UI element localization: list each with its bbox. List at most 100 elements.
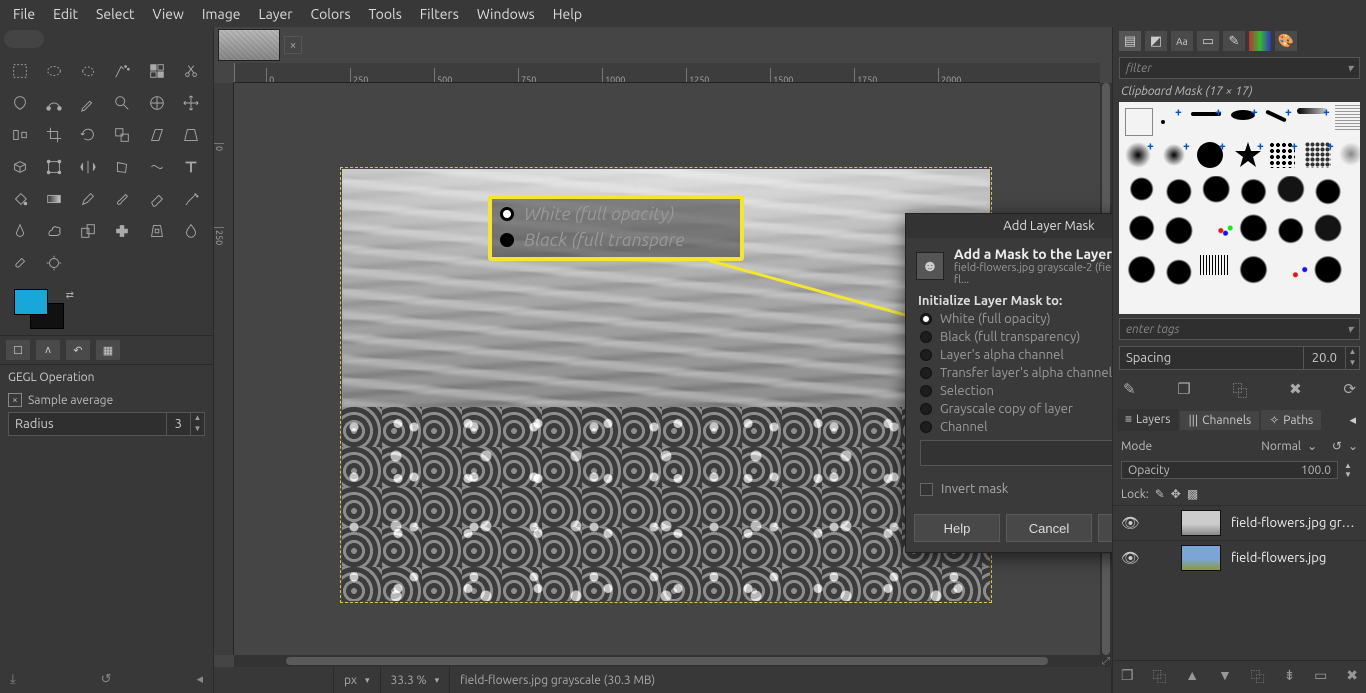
refresh-brush-icon[interactable]: ⟳ (1343, 380, 1356, 401)
chevron-up-icon[interactable]: ▲ (191, 413, 204, 424)
tool-fuzzy-select[interactable] (108, 57, 136, 85)
radio-alpha[interactable]: Layer's alpha channel (906, 346, 1112, 364)
tool-free-select[interactable] (74, 57, 102, 85)
menu-tools[interactable]: Tools (360, 2, 411, 26)
tool-crop[interactable] (40, 121, 68, 149)
radio-grayscale[interactable]: Grayscale copy of layer (906, 400, 1112, 418)
tool-measure[interactable] (143, 89, 171, 117)
radio-white[interactable]: White (full opacity) (906, 310, 1112, 328)
radio-black[interactable]: Black (full transparency) (906, 328, 1112, 346)
tool-align[interactable] (6, 121, 34, 149)
menu-windows[interactable]: Windows (468, 2, 544, 26)
color-swatch[interactable]: ⇄ (14, 289, 74, 329)
tool-by-color[interactable] (143, 57, 171, 85)
menu-help[interactable]: Help (544, 2, 591, 26)
radio-transfer-alpha[interactable]: Transfer layer's alpha channel (906, 364, 1112, 382)
visibility-icon[interactable]: 👁 (1121, 549, 1141, 567)
visibility-icon[interactable]: 👁 (1121, 514, 1141, 532)
tool-persp-clone[interactable] (143, 217, 171, 245)
delete-layer-icon[interactable]: ✖ (1346, 667, 1358, 687)
dock-tab-tool-options[interactable]: ☐ (6, 340, 30, 360)
tool-handle[interactable] (40, 153, 68, 181)
tool-mypaint[interactable] (40, 217, 68, 245)
tool-shear[interactable] (143, 121, 171, 149)
tool-pencil[interactable] (74, 185, 102, 213)
image-tab-thumb[interactable] (218, 29, 280, 61)
tab-paint[interactable]: ✎ (1223, 31, 1245, 51)
help-button[interactable]: Help (914, 514, 1000, 542)
tool-dodge[interactable] (40, 249, 68, 277)
spacing-spinner[interactable]: Spacing 20.0 ▲▼ (1119, 346, 1360, 370)
tool-move[interactable] (177, 89, 205, 117)
tool-perspective[interactable] (177, 121, 205, 149)
chevron-down-icon[interactable]: ▼ (191, 424, 204, 435)
save-preset-icon[interactable]: ⤓ (10, 672, 16, 687)
dock-tab-device[interactable]: ᴧ (36, 340, 60, 360)
tool-scissors[interactable] (177, 57, 205, 85)
scrollbar-horizontal[interactable] (234, 655, 1100, 667)
radius-spinner[interactable]: Radius 3 ▲▼ (8, 412, 205, 436)
edit-brush-icon[interactable]: ✎ (1123, 380, 1136, 401)
dialog-titlebar[interactable]: Add Layer Mask × (906, 214, 1112, 238)
lower-layer-icon[interactable]: ▼ (1218, 667, 1232, 687)
tab-patterns[interactable]: ◩ (1145, 31, 1167, 51)
tool-paths[interactable] (40, 89, 68, 117)
tool-ink[interactable] (6, 217, 34, 245)
raise-layer-icon[interactable]: ▲ (1185, 667, 1199, 687)
mode-switch-icon[interactable]: ↺ (1332, 439, 1342, 453)
tool-warp[interactable] (143, 153, 171, 181)
tool-rotate[interactable] (74, 121, 102, 149)
fg-color[interactable] (14, 289, 48, 315)
menu-filters[interactable]: Filters (411, 2, 468, 26)
dup-brush-icon[interactable]: ⿻ (1232, 380, 1247, 401)
channel-dropdown[interactable]: ⌄ (920, 440, 1112, 466)
brush-filter-input[interactable]: filter▾ (1119, 57, 1360, 79)
tool-ellipse-select[interactable] (40, 57, 68, 85)
swap-colors-icon[interactable]: ⇄ (66, 289, 74, 301)
tool-airbrush[interactable] (177, 185, 205, 213)
tab-palette[interactable]: 🎨 (1275, 31, 1297, 51)
mask-layer-icon[interactable]: ▭ (1314, 667, 1327, 687)
tags-input[interactable]: enter tags▾ (1119, 318, 1360, 340)
tool-clone[interactable] (74, 217, 102, 245)
mode-dropdown[interactable]: Normal ⌄ ↺ ⌄ (1261, 439, 1358, 453)
option-close[interactable]: × (8, 393, 22, 407)
tab-layers[interactable]: ≡ Layers (1117, 409, 1178, 431)
delete-preset-icon[interactable]: ◂ (196, 672, 203, 687)
ruler-horizontal[interactable]: 025050075010001250150017502000 (234, 63, 1100, 83)
tool-gradient[interactable] (40, 185, 68, 213)
opacity-slider[interactable]: Opacity 100.0 (1121, 461, 1338, 479)
menu-layer[interactable]: Layer (249, 2, 301, 26)
tool-heal[interactable] (108, 217, 136, 245)
tool-paintbrush[interactable] (108, 185, 136, 213)
menu-image[interactable]: Image (193, 2, 250, 26)
lock-position-icon[interactable]: ✥ (1171, 487, 1181, 501)
invert-mask-checkbox[interactable]: Invert mask (906, 474, 1112, 508)
duplicate-layer-icon[interactable]: ⿻ (1251, 667, 1265, 687)
tab-history[interactable]: ▭ (1197, 31, 1219, 51)
delete-brush-icon[interactable]: ✖ (1289, 380, 1302, 401)
radio-selection[interactable]: Selection (906, 382, 1112, 400)
menu-colors[interactable]: Colors (302, 2, 360, 26)
lock-alpha-icon[interactable]: ▩ (1187, 487, 1198, 501)
merge-layer-icon[interactable]: ⇟ (1284, 667, 1296, 687)
menu-edit[interactable]: Edit (44, 2, 87, 26)
dock-tab-images[interactable]: ▦ (96, 340, 120, 360)
tool-eraser[interactable] (143, 185, 171, 213)
new-group-icon[interactable]: ⿻ (1152, 667, 1166, 687)
tool-3d[interactable] (6, 153, 34, 181)
tool-foreground[interactable] (6, 89, 34, 117)
radio-channel[interactable]: Channel (906, 418, 1112, 436)
tab-gradients[interactable] (1249, 31, 1271, 51)
brush-grid[interactable]: + + + + + + + + + + + (1119, 102, 1360, 314)
image-tab-close[interactable]: × (284, 36, 302, 54)
panel-menu-icon[interactable]: ◂ (1343, 411, 1362, 430)
new-brush-icon[interactable]: ❐ (1177, 380, 1190, 401)
menu-view[interactable]: View (143, 2, 192, 26)
menu-file[interactable]: File (4, 2, 44, 26)
tool-text[interactable] (177, 153, 205, 181)
new-layer-icon[interactable]: ❐ (1121, 667, 1134, 687)
tool-cage[interactable] (108, 153, 136, 181)
tool-zoom[interactable] (108, 89, 136, 117)
tab-fonts[interactable]: Aa (1171, 31, 1193, 51)
